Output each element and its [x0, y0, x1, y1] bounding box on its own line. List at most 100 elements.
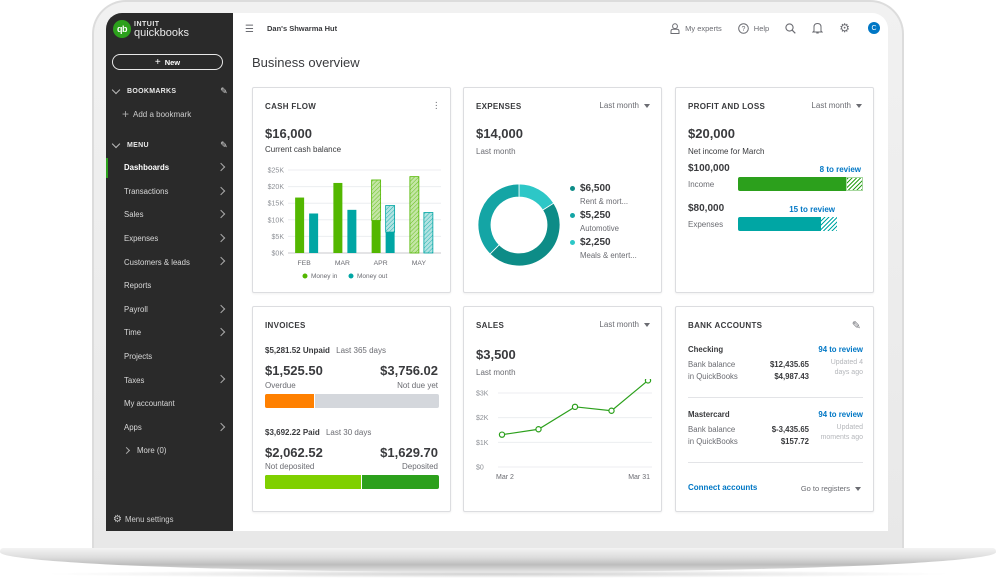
donut-slice[interactable]	[477, 183, 520, 255]
collapse-menu-icon[interactable]: ☰	[245, 24, 254, 35]
profit-loss-period-dropdown[interactable]: Last month	[811, 101, 862, 110]
bar-money-in[interactable]	[295, 197, 305, 253]
bookmarks-header[interactable]: BOOKMARKS ✎	[111, 84, 228, 98]
sidebar-item-dashboards[interactable]: Dashboards	[106, 156, 233, 180]
caret-down-icon	[644, 103, 650, 108]
help-button[interactable]: ? Help	[737, 22, 770, 34]
expenses-legend-item[interactable]: $6,500 Rent & mort...	[570, 183, 637, 206]
cash-flow-card[interactable]: CASH FLOW · · · $16,000 Current cash balan…	[252, 87, 451, 293]
logo-quickbooks: quickbooks	[134, 27, 190, 39]
sales-point[interactable]	[498, 431, 506, 438]
add-bookmark-button[interactable]: + Add a bookmark	[122, 107, 191, 121]
qb-balance-value: $157.72	[780, 437, 809, 446]
sales-period-dropdown[interactable]: Last month	[599, 320, 650, 329]
edit-bookmarks-icon[interactable]: ✎	[220, 86, 228, 97]
sidebar-item-apps[interactable]: Apps	[106, 416, 233, 440]
unpaid-bar[interactable]	[265, 394, 439, 408]
bar-money-in[interactable]	[371, 220, 381, 253]
sidebar-item-payroll[interactable]: Payroll	[106, 298, 233, 322]
expenses-card[interactable]: EXPENSES Last month $14,000 Last month $…	[463, 87, 662, 293]
edit-menu-icon[interactable]: ✎	[220, 140, 228, 151]
bank-account-checking[interactable]: Checking 94 to review Bank balance $12,435.…	[688, 345, 863, 405]
sidebar-item-projects[interactable]: Projects	[106, 345, 233, 369]
deposited-amount: $1,629.70	[380, 445, 438, 460]
bank-account-mastercard[interactable]: Mastercard 94 to review Bank balance $-3,43…	[688, 410, 863, 470]
quickbooks-logo[interactable]: qb INTUIT quickbooks	[113, 20, 190, 39]
sidebar-item-expenses[interactable]: Expenses	[106, 227, 233, 251]
x-tick-label: Mar 31	[628, 474, 650, 481]
account-review-link[interactable]: 94 to review	[818, 410, 863, 419]
expenses-legend-item[interactable]: $2,250 Meals & entert...	[570, 237, 637, 260]
search-icon	[785, 22, 796, 34]
avatar[interactable]: C	[868, 22, 880, 34]
bar-money-out[interactable]	[385, 232, 395, 253]
bar-projected-money-out[interactable]	[423, 212, 434, 254]
unpaid-row: $5,281.52 Unpaid Last 365 days	[265, 346, 386, 355]
sidebar-item-customers-leads[interactable]: Customers & leads	[106, 250, 233, 274]
sidebar-item-taxes[interactable]: Taxes	[106, 368, 233, 392]
y-tick-label: $1K	[476, 440, 489, 447]
app-screen: qb INTUIT quickbooks + New BOOKMARKS ✎ +…	[106, 13, 888, 531]
search-button[interactable]	[785, 22, 796, 34]
sidebar-item-my-accountant[interactable]: My accountant	[106, 392, 233, 416]
expenses-review-link[interactable]: 15 to review	[789, 205, 835, 214]
bank-accounts-card[interactable]: BANK ACCOUNTS ✎ Checking 94 to review Bank…	[675, 306, 874, 512]
donut-slice[interactable]	[489, 202, 561, 267]
expenses-period-label: Last month	[599, 101, 639, 110]
chevron-down-icon	[111, 85, 121, 94]
expenses-bar[interactable]	[738, 217, 837, 231]
sidebar-item-transactions[interactable]: Transactions	[106, 180, 233, 204]
sales-card[interactable]: SALES Last month $3,500 Last month $0 $1K…	[463, 306, 662, 512]
sales-point[interactable]	[644, 379, 652, 384]
bar-projected-money-out[interactable]	[385, 205, 396, 233]
help-label: Help	[753, 23, 770, 33]
x-tick-label: MAR	[335, 260, 350, 267]
income-amount: $100,000	[688, 163, 730, 174]
expenses-period-dropdown[interactable]: Last month	[599, 101, 650, 110]
more-options-icon[interactable]: · · ·	[435, 98, 438, 114]
bank-balance-value: $12,435.65	[769, 360, 809, 369]
cash-flow-title: CASH FLOW	[265, 102, 317, 111]
bar-money-out[interactable]	[309, 213, 319, 253]
notifications-button[interactable]	[812, 22, 824, 34]
invoices-card[interactable]: INVOICES $5,281.52 Unpaid Last 365 days …	[252, 306, 451, 512]
legend-dot-icon	[348, 273, 354, 279]
bar-projected-money-in[interactable]	[409, 176, 420, 254]
go-to-registers-dropdown[interactable]: Go to registers	[801, 484, 861, 493]
sales-point[interactable]	[571, 403, 579, 411]
updated-text: moments ago	[820, 434, 863, 441]
expenses-legend-item[interactable]: $5,250 Automotive	[570, 210, 637, 233]
bar-projected-money-in[interactable]	[371, 179, 382, 221]
edit-pencil-icon[interactable]: ✎	[852, 319, 861, 332]
income-bar[interactable]	[738, 177, 863, 191]
menu-header[interactable]: MENU ✎	[111, 138, 228, 152]
my-experts-button[interactable]: My experts	[670, 22, 722, 34]
sales-point[interactable]	[608, 407, 615, 414]
bar-money-in[interactable]	[333, 182, 343, 253]
profit-loss-card[interactable]: PROFIT AND LOSS Last month $20,000 Net i…	[675, 87, 874, 293]
new-button[interactable]: + New	[112, 54, 223, 70]
x-tick-label: MAY	[412, 260, 427, 267]
sidebar-item-more[interactable]: More (0)	[106, 439, 233, 463]
not-deposited-bar-fill[interactable]	[265, 475, 363, 489]
menu-settings-label: Menu settings	[124, 515, 174, 524]
sidebar-nav: Dashboards Transactions Sales Expenses Custo…	[106, 156, 233, 463]
bar-money-out[interactable]	[347, 209, 357, 253]
income-review-link[interactable]: 8 to review	[820, 165, 861, 174]
sales-point[interactable]	[535, 426, 542, 433]
legend-dot-icon	[570, 186, 575, 191]
connect-accounts-link[interactable]: Connect accounts	[688, 483, 757, 492]
sidebar-item-sales[interactable]: Sales	[106, 203, 233, 227]
bank-balance-value: $-3,435.65	[771, 425, 809, 434]
overdue-bar-fill[interactable]	[265, 394, 316, 408]
paid-amount: $3,692.22 Paid	[265, 428, 320, 437]
paid-bar[interactable]	[265, 475, 439, 489]
sidebar-item-time[interactable]: Time	[106, 321, 233, 345]
overdue-label: Overdue	[265, 381, 296, 390]
gear-icon: ⚙	[839, 21, 850, 35]
settings-button[interactable]: ⚙	[839, 21, 850, 35]
menu-settings-button[interactable]: ⚙ Menu settings	[113, 514, 174, 525]
account-review-link[interactable]: 94 to review	[818, 345, 863, 354]
sidebar-item-reports[interactable]: Reports	[106, 274, 233, 298]
sidebar-item-label: Dashboards	[124, 163, 170, 173]
